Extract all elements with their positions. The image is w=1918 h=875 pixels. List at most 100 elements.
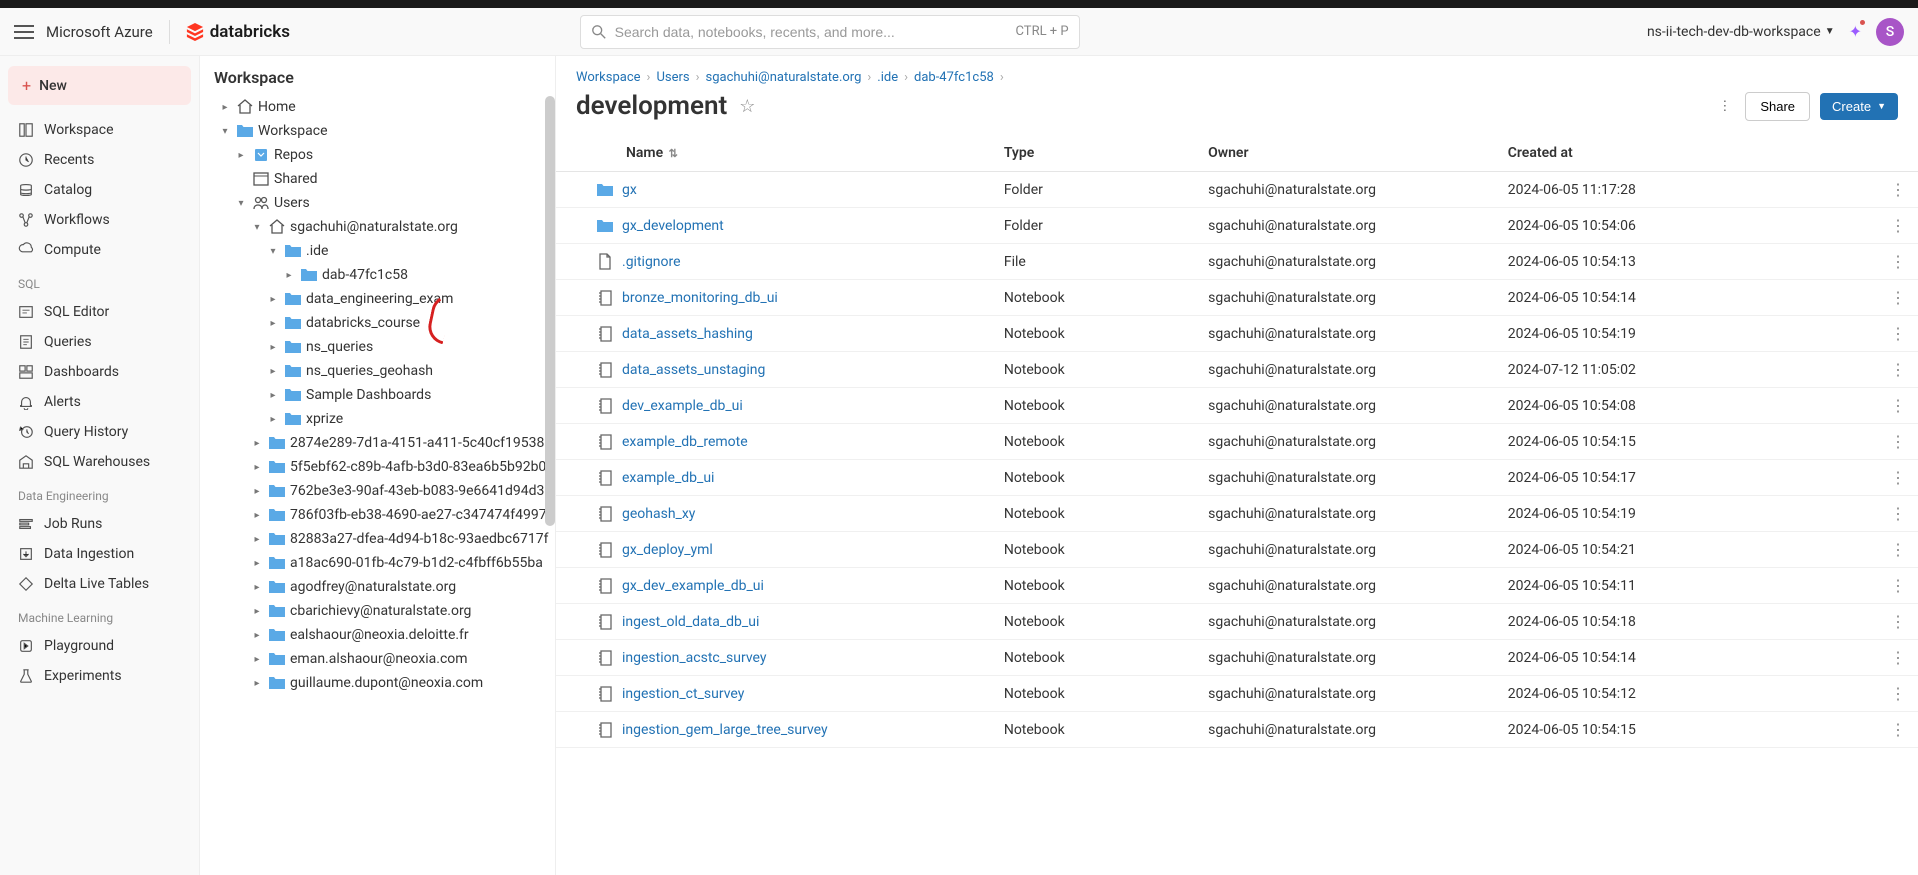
file-name-link[interactable]: data_assets_unstaging	[596, 361, 980, 379]
create-button[interactable]: Create ▼	[1820, 93, 1898, 120]
tree-item[interactable]: ▸5f5ebf62-c89b-4afb-b3d0-83ea6b5b92b0	[200, 455, 555, 479]
nav-alerts[interactable]: Alerts	[8, 387, 191, 417]
table-row[interactable]: ingestion_acstc_surveyNotebooksgachuhi@n…	[556, 640, 1918, 676]
breadcrumb-link[interactable]: dab-47fc1c58	[914, 70, 994, 85]
file-name-link[interactable]: bronze_monitoring_db_ui	[596, 289, 980, 307]
table-row[interactable]: gxFoldersgachuhi@naturalstate.org2024-06…	[556, 172, 1918, 208]
file-name-link[interactable]: ingest_old_data_db_ui	[596, 613, 980, 631]
chevron-icon[interactable]: ▸	[250, 606, 264, 617]
chevron-icon[interactable]: ▸	[250, 654, 264, 665]
workspace-switcher[interactable]: ns-ii-tech-dev-db-workspace ▼	[1647, 24, 1835, 40]
tree-item[interactable]: ▾Users	[200, 191, 555, 215]
scrollbar[interactable]	[545, 96, 555, 526]
tree-item[interactable]: ▸data_engineering_exam	[200, 287, 555, 311]
tree-item[interactable]: ▸ns_queries	[200, 335, 555, 359]
breadcrumb-link[interactable]: Users	[656, 70, 689, 85]
row-menu-icon[interactable]: ⋮	[1878, 460, 1918, 496]
file-name-link[interactable]: ingestion_ct_survey	[596, 685, 980, 703]
table-row[interactable]: bronze_monitoring_db_uiNotebooksgachuhi@…	[556, 280, 1918, 316]
tree-item[interactable]: ▸Home	[200, 95, 555, 119]
chevron-icon[interactable]: ▸	[266, 366, 280, 377]
table-row[interactable]: data_assets_unstagingNotebooksgachuhi@na…	[556, 352, 1918, 388]
row-menu-icon[interactable]: ⋮	[1878, 496, 1918, 532]
file-name-link[interactable]: example_db_ui	[596, 469, 980, 487]
file-name-link[interactable]: example_db_remote	[596, 433, 980, 451]
product-brand[interactable]: databricks	[186, 22, 290, 42]
table-row[interactable]: .gitignoreFilesgachuhi@naturalstate.org2…	[556, 244, 1918, 280]
file-name-link[interactable]: data_assets_hashing	[596, 325, 980, 343]
file-name-link[interactable]: gx_dev_example_db_ui	[596, 577, 980, 595]
tree-item[interactable]: ▸xprize	[200, 407, 555, 431]
table-row[interactable]: ingestion_ct_surveyNotebooksgachuhi@natu…	[556, 676, 1918, 712]
breadcrumb-link[interactable]: Workspace	[576, 70, 641, 85]
chevron-icon[interactable]: ▸	[250, 438, 264, 449]
search-input[interactable]	[615, 24, 1008, 40]
chevron-icon[interactable]: ▸	[250, 582, 264, 593]
chevron-icon[interactable]: ▾	[218, 126, 232, 137]
chevron-icon[interactable]: ▾	[234, 198, 248, 209]
file-name-link[interactable]: gx_development	[596, 217, 980, 235]
chevron-icon[interactable]: ▸	[250, 630, 264, 641]
row-menu-icon[interactable]: ⋮	[1878, 280, 1918, 316]
tree-item[interactable]: ▸2874e289-7d1a-4151-a411-5c40cf19538a	[200, 431, 555, 455]
row-menu-icon[interactable]: ⋮	[1878, 532, 1918, 568]
chevron-icon[interactable]: ▾	[266, 246, 280, 257]
nav-dlt[interactable]: Delta Live Tables	[8, 569, 191, 599]
file-name-link[interactable]: geohash_xy	[596, 505, 980, 523]
tree-item[interactable]: ▾sgachuhi@naturalstate.org	[200, 215, 555, 239]
table-row[interactable]: ingestion_gem_large_tree_surveyNotebooks…	[556, 712, 1918, 748]
col-owner[interactable]: Owner	[1196, 135, 1496, 172]
chevron-icon[interactable]: ▸	[266, 414, 280, 425]
table-row[interactable]: data_assets_hashingNotebooksgachuhi@natu…	[556, 316, 1918, 352]
table-row[interactable]: example_db_uiNotebooksgachuhi@naturalsta…	[556, 460, 1918, 496]
nav-history[interactable]: Query History	[8, 417, 191, 447]
table-row[interactable]: example_db_remoteNotebooksgachuhi@natura…	[556, 424, 1918, 460]
col-type[interactable]: Type	[992, 135, 1196, 172]
share-button[interactable]: Share	[1745, 92, 1810, 121]
tree-item[interactable]: ▸agodfrey@naturalstate.org	[200, 575, 555, 599]
chevron-icon[interactable]: ▸	[266, 318, 280, 329]
new-button[interactable]: + New	[8, 66, 191, 105]
tree-item[interactable]: ▸ealshaour@neoxia.deloitte.fr	[200, 623, 555, 647]
row-menu-icon[interactable]: ⋮	[1878, 352, 1918, 388]
chevron-icon[interactable]: ▸	[282, 270, 296, 281]
table-row[interactable]: gx_deploy_ymlNotebooksgachuhi@naturalsta…	[556, 532, 1918, 568]
table-row[interactable]: dev_example_db_uiNotebooksgachuhi@natura…	[556, 388, 1918, 424]
row-menu-icon[interactable]: ⋮	[1878, 604, 1918, 640]
tree-item[interactable]: ▸Repos	[200, 143, 555, 167]
nav-playground[interactable]: Playground	[8, 631, 191, 661]
nav-sql-editor[interactable]: SQL Editor	[8, 297, 191, 327]
table-row[interactable]: gx_dev_example_db_uiNotebooksgachuhi@nat…	[556, 568, 1918, 604]
tree-item[interactable]: ▸Sample Dashboards	[200, 383, 555, 407]
chevron-icon[interactable]: ▸	[250, 558, 264, 569]
nav-queries[interactable]: Queries	[8, 327, 191, 357]
file-name-link[interactable]: gx	[596, 181, 980, 199]
chevron-icon[interactable]: ▸	[266, 390, 280, 401]
col-name[interactable]: Name ⇅	[556, 135, 992, 172]
chevron-icon[interactable]: ▸	[250, 534, 264, 545]
nav-recents[interactable]: Recents	[8, 145, 191, 175]
assistant-icon[interactable]: ✦	[1849, 22, 1862, 41]
row-menu-icon[interactable]: ⋮	[1878, 568, 1918, 604]
chevron-icon[interactable]: ▸	[250, 486, 264, 497]
tree-item[interactable]: ▸ns_queries_geohash	[200, 359, 555, 383]
chevron-icon[interactable]: ▸	[218, 102, 232, 113]
nav-dashboards[interactable]: Dashboards	[8, 357, 191, 387]
menu-toggle[interactable]	[14, 25, 34, 39]
chevron-icon[interactable]: ▸	[234, 150, 248, 161]
table-row[interactable]: geohash_xyNotebooksgachuhi@naturalstate.…	[556, 496, 1918, 532]
chevron-icon[interactable]: ▸	[250, 678, 264, 689]
col-created[interactable]: Created at	[1496, 135, 1878, 172]
more-options-icon[interactable]: ⋮	[1714, 95, 1735, 118]
nav-experiments[interactable]: Experiments	[8, 661, 191, 691]
row-menu-icon[interactable]: ⋮	[1878, 316, 1918, 352]
row-menu-icon[interactable]: ⋮	[1878, 388, 1918, 424]
row-menu-icon[interactable]: ⋮	[1878, 640, 1918, 676]
nav-job-runs[interactable]: Job Runs	[8, 509, 191, 539]
file-name-link[interactable]: dev_example_db_ui	[596, 397, 980, 415]
chevron-icon[interactable]: ▾	[250, 222, 264, 233]
row-menu-icon[interactable]: ⋮	[1878, 244, 1918, 280]
tree-item[interactable]: ▸762be3e3-90af-43eb-b083-9e6641d94d3c	[200, 479, 555, 503]
favorite-star-icon[interactable]: ☆	[739, 96, 755, 117]
tree-item[interactable]: ▾.ide	[200, 239, 555, 263]
